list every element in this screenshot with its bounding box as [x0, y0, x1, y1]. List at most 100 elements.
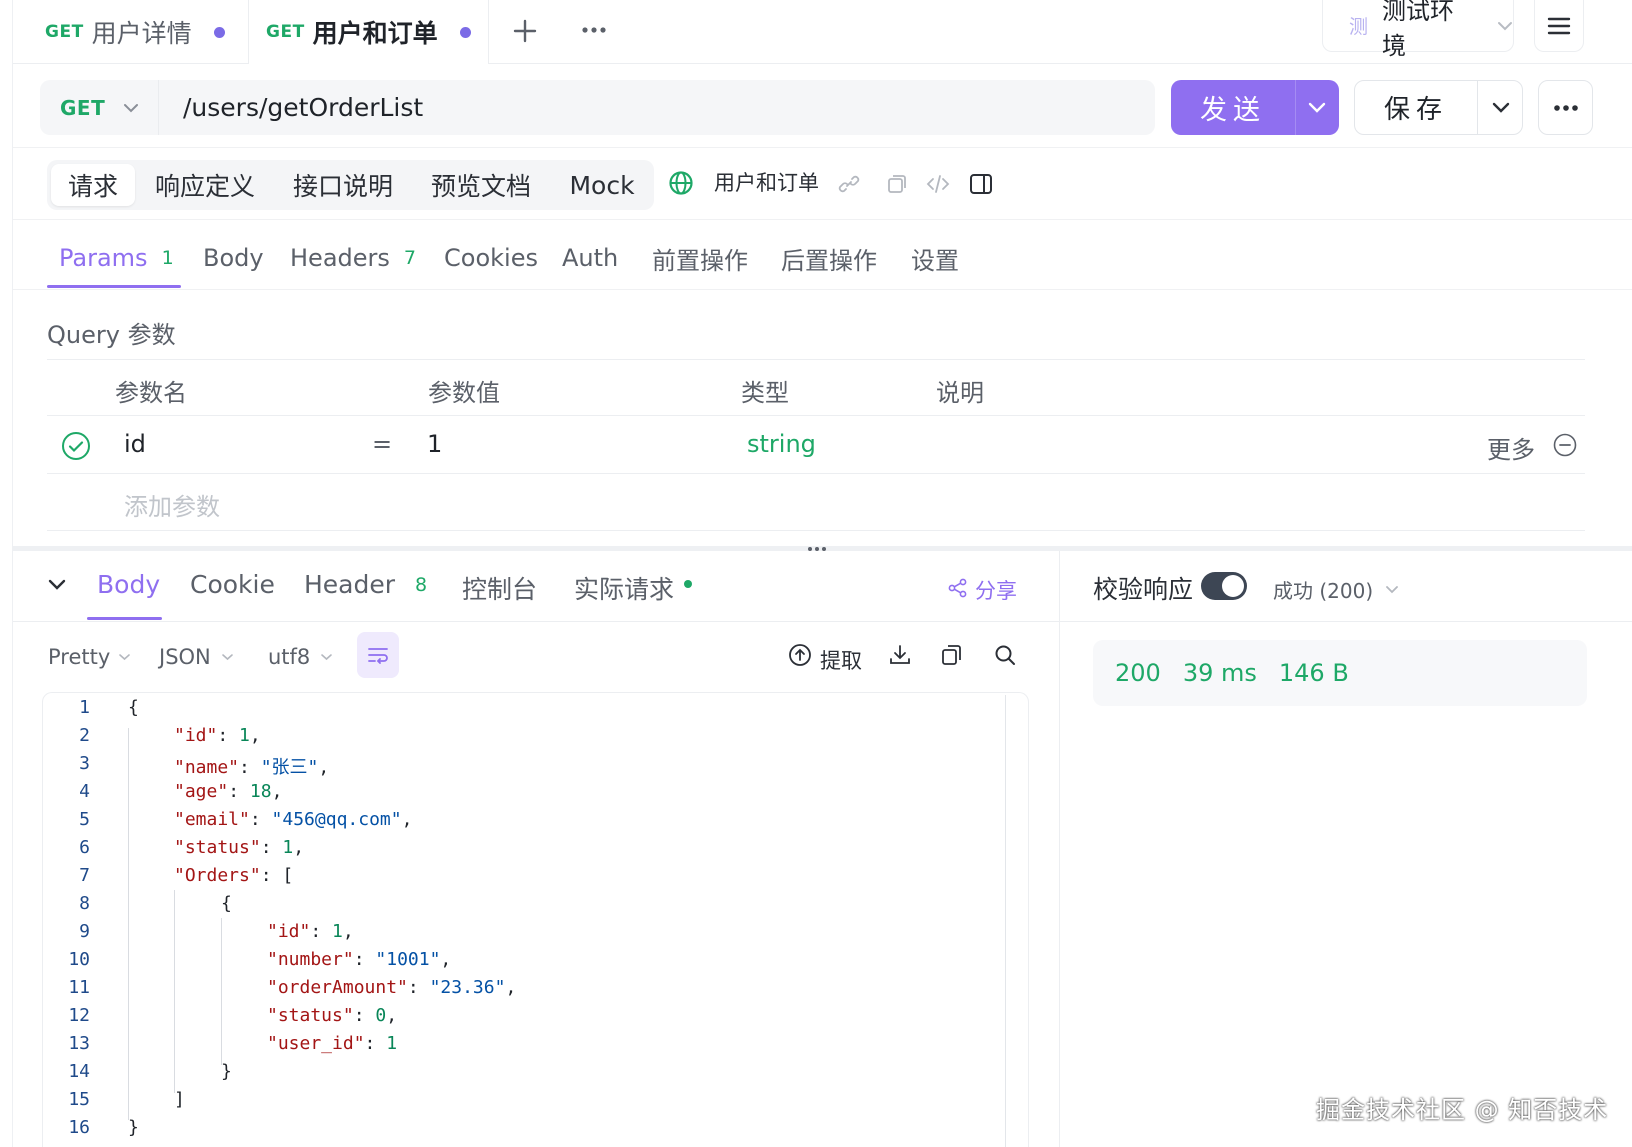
code-line: "Orders": [ — [174, 865, 294, 886]
tab-params[interactable]: Params 1 — [59, 238, 174, 278]
chevron-down-icon — [221, 653, 234, 661]
download-icon[interactable] — [888, 643, 912, 667]
json-key: "user_id" — [267, 1033, 365, 1054]
line-number: 9 — [79, 921, 90, 942]
response-status-select[interactable]: 成功 (200) — [1273, 575, 1399, 604]
tab-pre-operations-label: 前置操作 — [652, 246, 748, 275]
tab-auth[interactable]: Auth — [562, 238, 618, 278]
param-type-select[interactable]: string — [747, 430, 816, 458]
param-name-field[interactable]: id — [124, 430, 146, 458]
tab-user-detail[interactable]: GET 用户详情 — [45, 0, 225, 64]
extract-button[interactable]: 提取 — [820, 645, 862, 675]
save-button[interactable]: 保存 — [1354, 80, 1523, 135]
more-actions-button[interactable] — [1538, 80, 1593, 135]
table-divider — [47, 473, 1585, 474]
response-tab-actual-request[interactable]: 实际请求 — [574, 570, 693, 606]
json-key: "email" — [174, 809, 250, 830]
url-input[interactable]: /users/getOrderList — [158, 80, 1155, 135]
send-options-chevron-icon[interactable] — [1308, 102, 1326, 114]
segment-preview-doc[interactable]: 预览文档 — [421, 164, 541, 206]
response-tab-header[interactable]: Header 8 — [304, 570, 427, 599]
chevron-down-icon — [1385, 585, 1399, 594]
menu-button[interactable] — [1534, 0, 1584, 52]
segment-request[interactable]: 请求 — [51, 164, 135, 206]
drag-handle-icon[interactable] — [807, 546, 827, 552]
column-header-name: 参数名 — [115, 379, 187, 407]
ellipsis-icon — [1553, 104, 1579, 112]
verify-response-toggle[interactable] — [1201, 572, 1247, 600]
more-tabs-icon[interactable] — [581, 26, 607, 34]
status-dot — [684, 580, 693, 588]
tab-post-operations-label: 后置操作 — [781, 246, 877, 275]
format-type-select[interactable]: JSON — [159, 645, 234, 669]
segment-response-definition[interactable]: 响应定义 — [145, 164, 265, 206]
share-button[interactable]: 分享 — [975, 575, 1017, 605]
response-tab-header-label: Header — [304, 570, 396, 599]
json-key: "Orders" — [174, 865, 261, 886]
method-select[interactable]: GET — [40, 80, 158, 135]
line-number: 16 — [68, 1117, 90, 1138]
add-param-input[interactable]: 添加参数 — [124, 487, 220, 522]
environment-select[interactable]: 测 测试环境 — [1322, 0, 1514, 60]
globe-icon[interactable] — [668, 170, 694, 196]
code-line: "id": 1, — [174, 725, 261, 746]
tab-pre-operations[interactable]: 前置操作 — [652, 238, 748, 278]
side-panel-icon[interactable] — [969, 172, 993, 196]
extract-icon[interactable] — [788, 643, 812, 667]
search-icon[interactable] — [993, 643, 1017, 667]
code-line: { — [128, 697, 139, 718]
line-number: 2 — [79, 725, 90, 746]
editor-scrollbar-track[interactable] — [1005, 695, 1006, 1147]
encoding-select[interactable]: utf8 — [268, 645, 333, 669]
share-icon[interactable] — [948, 578, 968, 598]
format-mode-label: Pretty — [48, 645, 111, 669]
remove-param-icon[interactable] — [1553, 433, 1577, 457]
tab-settings-label: 设置 — [911, 246, 959, 275]
code-line: } — [221, 1061, 232, 1082]
json-number: 1 — [386, 1033, 398, 1054]
enabled-checkbox[interactable] — [61, 431, 91, 461]
plus-icon[interactable] — [512, 18, 538, 44]
json-key: "number" — [267, 949, 354, 970]
line-number: 1 — [79, 697, 90, 718]
param-value-field[interactable]: 1 — [427, 430, 442, 458]
segment-mock[interactable]: Mock — [557, 164, 647, 206]
row-more-button[interactable]: 更多 — [1487, 430, 1535, 465]
json-key: "orderAmount" — [267, 977, 408, 998]
tab-cookies[interactable]: Cookies — [444, 238, 538, 278]
tab-headers[interactable]: Headers 7 — [290, 238, 416, 278]
json-key: "status" — [267, 1005, 354, 1026]
tab-post-operations[interactable]: 后置操作 — [781, 238, 877, 278]
tab-user-orders[interactable]: GET 用户和订单 — [248, 0, 489, 64]
code-line: "status": 0, — [267, 1005, 398, 1026]
save-options-chevron-icon[interactable] — [1492, 102, 1510, 114]
tab-auth-label: Auth — [562, 244, 619, 272]
code-line: "status": 1, — [174, 837, 305, 858]
response-tab-cookie-label: Cookie — [190, 570, 275, 599]
tab-body[interactable]: Body — [203, 238, 264, 278]
response-tab-cookie[interactable]: Cookie — [190, 570, 275, 599]
send-label: 发送 — [1200, 95, 1266, 126]
response-tab-body[interactable]: Body — [97, 570, 160, 599]
link-icon[interactable] — [838, 173, 860, 195]
code-line: "id": 1, — [267, 921, 354, 942]
tab-body-label: Body — [203, 244, 264, 272]
json-string: "1001" — [375, 949, 441, 970]
response-tab-console[interactable]: 控制台 — [462, 570, 537, 606]
word-wrap-button[interactable] — [357, 632, 399, 678]
hamburger-icon — [1547, 17, 1571, 35]
copy-response-icon[interactable] — [940, 643, 964, 667]
tab-title: 用户和订单 — [312, 19, 438, 48]
copy-icon[interactable] — [886, 173, 908, 195]
send-button[interactable]: 发送 — [1171, 80, 1339, 135]
collapse-chevron-icon[interactable] — [48, 579, 66, 591]
save-label: 保存 — [1383, 95, 1448, 125]
code-icon[interactable] — [926, 173, 950, 195]
line-number: 6 — [79, 837, 90, 858]
active-tab-indicator — [87, 617, 162, 620]
segment-api-description[interactable]: 接口说明 — [283, 164, 403, 206]
code-line: "email": "456@qq.com", — [174, 809, 413, 830]
format-mode-select[interactable]: Pretty — [48, 645, 131, 669]
tab-settings[interactable]: 设置 — [911, 238, 959, 278]
code-line: } — [128, 1117, 139, 1138]
